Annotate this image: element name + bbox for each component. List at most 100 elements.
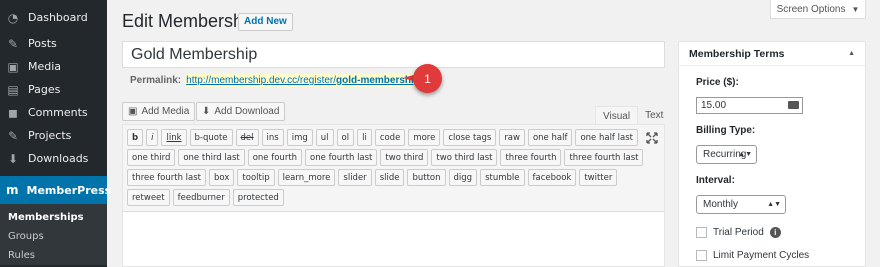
interval-value: Monthly	[703, 199, 739, 210]
permalink-url[interactable]: http://membership.dev.cc/register/gold-m…	[185, 74, 424, 87]
quicktag-button[interactable]: link	[161, 129, 187, 146]
pin-icon: ✎	[7, 36, 19, 51]
sidebar-item-dashboard[interactable]: ◔ Dashboard	[0, 6, 107, 29]
caret-down-icon: ▼	[851, 4, 860, 14]
quicktag-button[interactable]: digg	[448, 169, 478, 186]
quicktag-button[interactable]: three fourth last	[127, 169, 207, 186]
info-icon[interactable]: i	[769, 227, 781, 238]
quicktag-button[interactable]: one fourth last	[305, 149, 378, 166]
quicktag-button[interactable]: twitter	[579, 169, 618, 186]
media-icon: ▣	[7, 59, 19, 74]
dashboard-icon: ◔	[7, 10, 19, 25]
media-icon: ▣	[128, 106, 138, 117]
interval-select[interactable]: Monthly ▲▼	[696, 195, 786, 214]
quicktag-button[interactable]: slide	[374, 169, 405, 186]
quicktag-button[interactable]: ins	[261, 129, 284, 146]
quicktags-toolbar: b i link b-quote del ins img ul ol li code more clos…	[123, 125, 664, 212]
trial-period-checkbox-row[interactable]: Trial Period i	[696, 227, 781, 238]
quicktag-button[interactable]: b-quote	[189, 129, 233, 146]
quicktag-button[interactable]: feedburner	[172, 189, 230, 206]
interval-label: Interval:	[696, 175, 735, 186]
page-title: Edit Membership	[122, 11, 258, 31]
add-download-label: Add Download	[214, 106, 280, 117]
terms-header[interactable]: Membership Terms ▲	[679, 42, 865, 66]
quicktag-button[interactable]: del	[235, 129, 259, 146]
quicktag-button[interactable]: three fourth last	[564, 149, 644, 166]
admin-sidebar: ◔ Dashboard ✎ Posts ▣ Media ▤ Pages ◼ Co…	[0, 0, 111, 267]
quicktag-button[interactable]: three fourth	[500, 149, 562, 166]
limit-cycles-checkbox[interactable]	[696, 250, 707, 261]
quicktag-button[interactable]: stumble	[480, 169, 525, 186]
sidebar-item-pages[interactable]: ▤ Pages	[0, 78, 107, 101]
sidebar-item-memberpress[interactable]: m MemberPress	[0, 176, 111, 204]
add-media-button[interactable]: ▣ Add Media	[122, 102, 196, 121]
tab-visual[interactable]: Visual	[595, 106, 639, 125]
screen-options-label: Screen Options	[776, 3, 846, 15]
quicktag-button[interactable]: protected	[232, 189, 284, 206]
quicktag-button[interactable]: slider	[338, 169, 372, 186]
quicktag-button[interactable]: one fourth	[247, 149, 303, 166]
quicktag-button[interactable]: ul	[315, 129, 334, 146]
quicktag-button[interactable]: one half	[527, 129, 573, 146]
quicktag-button[interactable]: one half last	[575, 129, 638, 146]
title-input[interactable]: Gold Membership	[122, 41, 665, 68]
billing-type-select[interactable]: Recurring ▲▼	[696, 145, 757, 164]
fullscreen-icon[interactable]	[646, 132, 658, 144]
quicktag-button[interactable]: retweet	[127, 189, 170, 206]
add-media-label: Add Media	[141, 106, 190, 117]
quicktag-button[interactable]: one third last	[178, 149, 245, 166]
add-download-button[interactable]: ⬇ Add Download	[196, 102, 286, 121]
editor-textarea[interactable]	[123, 212, 664, 266]
quicktag-button[interactable]: one third	[127, 149, 176, 166]
tab-text[interactable]: Text	[638, 106, 670, 125]
select-arrows-icon: ▲▼	[767, 201, 781, 208]
quicktag-button[interactable]: raw	[499, 129, 525, 146]
download-icon: ⬇	[7, 151, 19, 166]
submenu-item-rules[interactable]: Rules	[0, 246, 107, 265]
quicktag-button[interactable]: b	[127, 129, 144, 146]
membership-terms-panel: Membership Terms ▲ Price ($): 15.00 Bill…	[678, 41, 866, 267]
price-input[interactable]: 15.00	[696, 97, 803, 114]
terms-title: Membership Terms	[689, 47, 785, 60]
sidebar-item-posts[interactable]: ✎ Posts	[0, 32, 107, 55]
quicktag-button[interactable]: two third	[380, 149, 429, 166]
sidebar-item-label: Dashboard	[28, 11, 88, 24]
quicktag-button[interactable]: i	[146, 129, 159, 146]
quicktag-button[interactable]: code	[374, 129, 406, 146]
sidebar-item-comments[interactable]: ◼ Comments	[0, 101, 107, 124]
sidebar-item-downloads[interactable]: ⬇ Downloads	[0, 147, 107, 170]
billing-type-label: Billing Type:	[696, 125, 756, 136]
sidebar-item-media[interactable]: ▣ Media	[0, 55, 107, 78]
quicktag-button[interactable]: button	[407, 169, 446, 186]
quicktag-button[interactable]: img	[286, 129, 313, 146]
add-new-button[interactable]: Add New	[238, 13, 293, 31]
quicktag-button[interactable]: ol	[336, 129, 355, 146]
trial-period-label: Trial Period	[713, 227, 764, 238]
quicktag-button[interactable]: two third last	[431, 149, 498, 166]
trial-period-checkbox[interactable]	[696, 227, 707, 238]
limit-cycles-checkbox-row[interactable]: Limit Payment Cycles	[696, 250, 809, 261]
quicktag-button[interactable]: tooltip	[237, 169, 275, 186]
quicktag-button[interactable]: close tags	[443, 129, 497, 146]
permalink-url-prefix: http://membership.dev.cc/register/	[186, 75, 337, 86]
editor-tabs: Visual Text	[595, 106, 670, 125]
submenu-item-groups[interactable]: Groups	[0, 227, 107, 246]
screen-options-button[interactable]: Screen Options ▼	[770, 0, 866, 19]
collapse-arrow-icon[interactable]: ▲	[848, 50, 855, 57]
quicktag-button[interactable]: box	[209, 169, 235, 186]
permalink-label: Permalink:	[130, 75, 182, 86]
select-arrows-icon: ▲▼	[738, 151, 752, 158]
sidebar-item-projects[interactable]: ✎ Projects	[0, 124, 107, 147]
quicktag-button[interactable]: li	[357, 129, 372, 146]
permalink: Permalink: http://membership.dev.cc/regi…	[130, 74, 424, 87]
quicktag-button[interactable]: learn_more	[277, 169, 336, 186]
sidebar-item-label: MemberPress	[26, 183, 112, 197]
submenu-item-memberships[interactable]: Memberships	[0, 208, 107, 227]
sidebar-item-label: Media	[28, 60, 62, 73]
comment-icon: ◼	[8, 105, 18, 120]
quicktags-row: b i link b-quote del ins img ul ol li code more clos…	[127, 129, 660, 146]
quicktag-button[interactable]: more	[408, 129, 441, 146]
quicktag-button[interactable]: facebook	[527, 169, 577, 186]
quicktags-row: one third one third last one fourth one fou…	[127, 149, 660, 166]
sidebar-item-label: Posts	[28, 37, 57, 50]
